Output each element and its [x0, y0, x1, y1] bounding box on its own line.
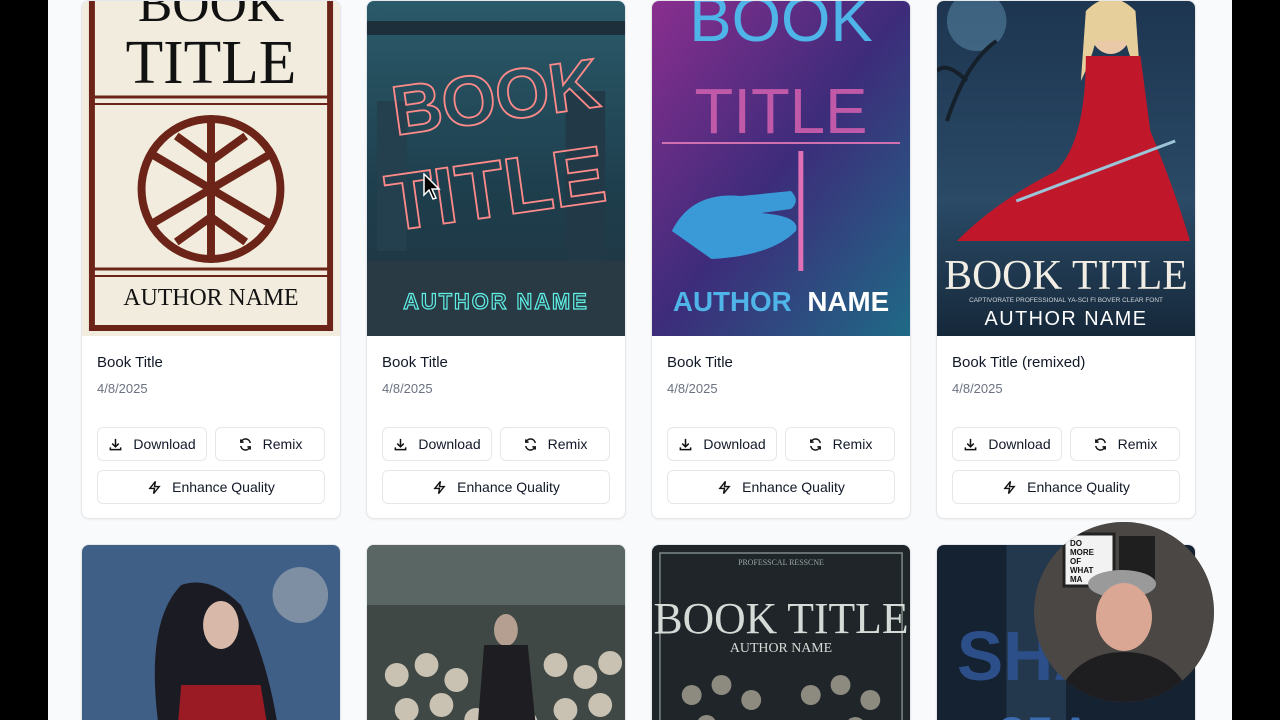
- card-title: Book Title (remixed): [952, 354, 1086, 371]
- svg-text:BOOK TITLE: BOOK TITLE: [653, 595, 908, 643]
- download-label: Download: [418, 436, 481, 452]
- svg-text:TITLE: TITLE: [126, 29, 297, 97]
- download-icon: [964, 438, 977, 450]
- refresh-icon: [1094, 437, 1106, 451]
- cover-card[interactable]: [81, 544, 341, 720]
- download-icon: [679, 438, 692, 450]
- remix-label: Remix: [832, 436, 873, 452]
- card-title: Book Title: [382, 354, 448, 371]
- card-date: 4/8/2025: [952, 381, 1003, 396]
- cover-card[interactable]: BOOK TITLE AUTHOR NAME Book Title 4/8/20…: [366, 0, 626, 519]
- cover-image[interactable]: BOOK TITLE AUTHOR NAME: [652, 1, 910, 336]
- svg-text:AUTHOR NAME: AUTHOR NAME: [123, 285, 298, 311]
- remix-label: Remix: [262, 436, 303, 452]
- cover-card[interactable]: BOOK TITLE CAPTIVORATE PROFESSIONAL YA-S…: [936, 0, 1196, 519]
- svg-text:PROFESSCAL RESSCNE: PROFESSCAL RESSCNE: [738, 558, 824, 567]
- card-title: Book Title: [97, 354, 163, 371]
- download-label: Download: [988, 436, 1051, 452]
- cover-image[interactable]: [82, 545, 340, 720]
- lightning-icon: [1003, 480, 1016, 494]
- card-info: Book Title 4/8/2025 Download Remix Enhan…: [82, 336, 340, 518]
- cover-card[interactable]: [366, 544, 626, 720]
- card-info: Book Title 4/8/2025 Download Remix Enhan…: [367, 336, 625, 518]
- enhance-label: Enhance Quality: [172, 479, 275, 495]
- refresh-icon: [809, 437, 821, 451]
- cover-card[interactable]: PROFESSCAL RESSCNE BOOK TITLE AUTHOR NAM…: [651, 544, 911, 720]
- enhance-label: Enhance Quality: [742, 479, 845, 495]
- download-button[interactable]: Download: [667, 427, 777, 461]
- svg-text:OF A: OF A: [997, 710, 1090, 720]
- svg-text:TITLE: TITLE: [695, 75, 868, 147]
- svg-text:CAPTIVORATE PROFESSIONAL YA-SC: CAPTIVORATE PROFESSIONAL YA-SCI FI BOVER…: [969, 297, 1163, 304]
- download-button[interactable]: Download: [952, 427, 1062, 461]
- svg-text:AUTHOR NAME: AUTHOR NAME: [985, 308, 1148, 330]
- download-icon: [394, 438, 407, 450]
- remix-button[interactable]: Remix: [785, 427, 895, 461]
- remix-button[interactable]: Remix: [500, 427, 610, 461]
- enhance-quality-button[interactable]: Enhance Quality: [382, 470, 610, 504]
- svg-text:BOOK TITLE: BOOK TITLE: [944, 253, 1187, 299]
- cover-grid: BOOK TITLE AUTHOR NAME Book Title 4/8/20…: [81, 0, 1196, 720]
- cover-image[interactable]: [367, 545, 625, 720]
- svg-text:AUTHOR NAME: AUTHOR NAME: [403, 289, 588, 314]
- lightning-icon: [718, 480, 731, 494]
- enhance-quality-button[interactable]: Enhance Quality: [952, 470, 1180, 504]
- download-label: Download: [703, 436, 766, 452]
- enhance-quality-button[interactable]: Enhance Quality: [667, 470, 895, 504]
- svg-text:AUTHOR NAME: AUTHOR NAME: [730, 641, 832, 656]
- refresh-icon: [239, 437, 251, 451]
- download-icon: [109, 438, 122, 450]
- svg-text:AUTHOR NAME: AUTHOR NAME: [673, 286, 889, 317]
- enhance-label: Enhance Quality: [1027, 479, 1130, 495]
- cover-image[interactable]: PROFESSCAL RESSCNE BOOK TITLE AUTHOR NAM…: [652, 545, 910, 720]
- refresh-icon: [524, 437, 536, 451]
- card-date: 4/8/2025: [382, 381, 433, 396]
- webcam-overlay: DO MORE OF WHAT MA: [1034, 522, 1214, 702]
- cover-image[interactable]: BOOK TITLE CAPTIVORATE PROFESSIONAL YA-S…: [937, 1, 1195, 336]
- enhance-quality-button[interactable]: Enhance Quality: [97, 470, 325, 504]
- cover-card[interactable]: BOOK TITLE AUTHOR NAME Book Title 4/8/20…: [651, 0, 911, 519]
- remix-label: Remix: [1117, 436, 1158, 452]
- mouse-cursor-icon: [423, 173, 441, 200]
- card-title: Book Title: [667, 354, 733, 371]
- lightning-icon: [433, 480, 446, 494]
- card-date: 4/8/2025: [667, 381, 718, 396]
- download-button[interactable]: Download: [382, 427, 492, 461]
- cover-image[interactable]: BOOK TITLE AUTHOR NAME: [82, 1, 340, 336]
- remix-button[interactable]: Remix: [215, 427, 325, 461]
- remix-button[interactable]: Remix: [1070, 427, 1180, 461]
- card-date: 4/8/2025: [97, 381, 148, 396]
- download-label: Download: [133, 436, 196, 452]
- svg-text:BOOK: BOOK: [689, 1, 873, 55]
- cover-image[interactable]: BOOK TITLE AUTHOR NAME: [367, 1, 625, 336]
- enhance-label: Enhance Quality: [457, 479, 560, 495]
- remix-label: Remix: [547, 436, 588, 452]
- card-info: Book Title (remixed) 4/8/2025 Download R…: [937, 336, 1195, 518]
- card-info: Book Title 4/8/2025 Download Remix Enhan…: [652, 336, 910, 518]
- cover-card[interactable]: BOOK TITLE AUTHOR NAME Book Title 4/8/20…: [81, 0, 341, 519]
- download-button[interactable]: Download: [97, 427, 207, 461]
- lightning-icon: [148, 480, 161, 494]
